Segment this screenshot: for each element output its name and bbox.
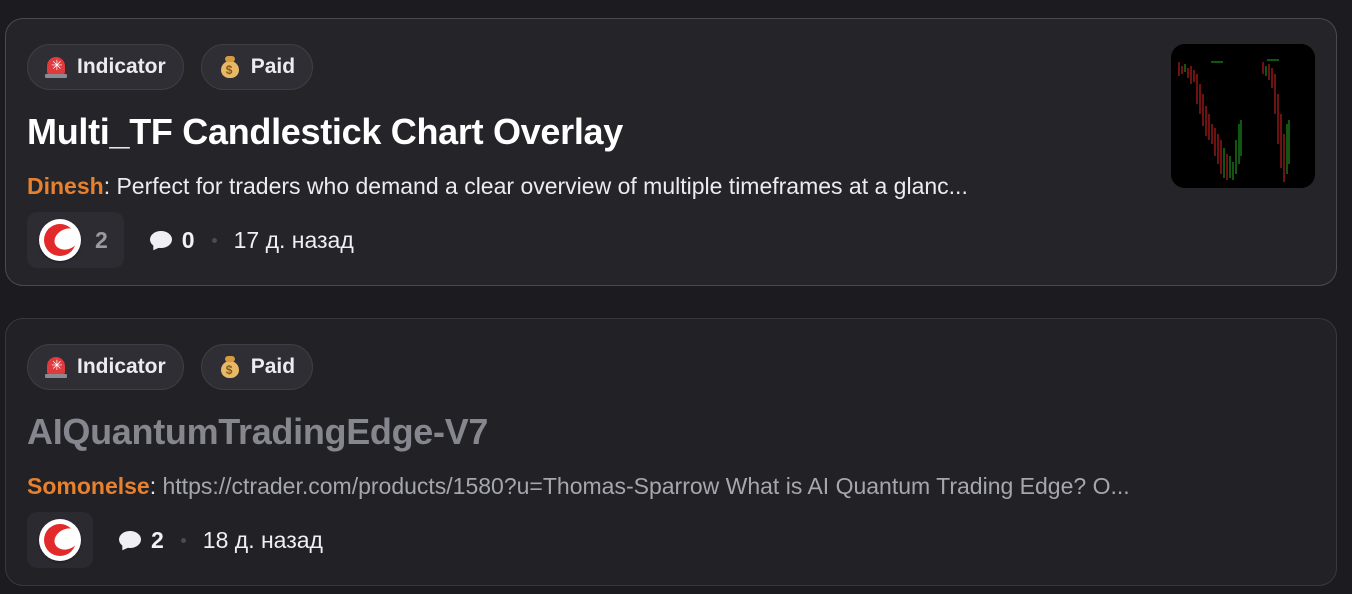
comments-link[interactable]: 0 <box>149 226 195 254</box>
likes-button[interactable]: 2 <box>27 212 124 268</box>
post-title[interactable]: AIQuantumTradingEdge-V7 <box>27 411 488 453</box>
separator-dot <box>180 537 186 543</box>
excerpt-text: https://ctrader.com/products/1580?u=Thom… <box>162 473 1130 499</box>
tag-label: Indicator <box>77 355 166 378</box>
comments-link[interactable]: 2 <box>119 527 164 554</box>
post-author[interactable]: Somonelse <box>27 473 150 499</box>
post-title[interactable]: Multi_TF Candlestick Chart Overlay <box>27 111 623 153</box>
ctrader-logo-icon <box>39 519 81 561</box>
tag-list: ✳ Indicator $ Paid <box>27 344 314 390</box>
tag-paid[interactable]: $ Paid <box>200 44 314 90</box>
author-separator: : <box>103 173 111 199</box>
likes-count: 2 <box>95 226 108 253</box>
post-excerpt[interactable]: Dinesh: Perfect for traders who demand a… <box>27 173 1147 200</box>
likes-button[interactable] <box>27 512 93 568</box>
comment-bubble-icon <box>149 230 172 250</box>
ctrader-logo-icon <box>39 219 81 261</box>
post-card[interactable]: ✳ Indicator $ Paid AIQuantumTradingEdge-… <box>5 318 1337 586</box>
moneybag-icon: $ <box>219 356 241 378</box>
post-meta: 2 18 д. назад <box>27 512 323 568</box>
tag-list: ✳ Indicator $ Paid <box>27 44 314 90</box>
comment-bubble-icon <box>119 530 141 550</box>
tag-label: Indicator <box>77 55 166 78</box>
post-excerpt[interactable]: Somonelse: https://ctrader.com/products/… <box>27 473 1317 500</box>
post-time: 18 д. назад <box>202 526 323 553</box>
separator-dot <box>211 237 217 243</box>
tag-indicator[interactable]: ✳ Indicator <box>27 344 184 390</box>
post-author[interactable]: Dinesh <box>27 173 104 199</box>
post-thumbnail[interactable] <box>1171 44 1315 188</box>
tag-indicator[interactable]: ✳ Indicator <box>27 44 184 90</box>
siren-icon: ✳ <box>45 56 67 78</box>
siren-icon: ✳ <box>45 356 67 378</box>
post-time: 17 д. назад <box>233 226 354 253</box>
comments-count: 0 <box>181 226 195 253</box>
post-meta: 2 0 17 д. назад <box>27 212 354 268</box>
tag-paid[interactable]: $ Paid <box>200 344 314 390</box>
candlestick-thumbnail-image <box>1171 44 1315 188</box>
post-card[interactable]: ✳ Indicator $ Paid Multi_TF Candlestick … <box>5 18 1337 286</box>
tag-label: Paid <box>250 355 296 378</box>
excerpt-text: Perfect for traders who demand a clear o… <box>116 173 968 199</box>
moneybag-icon: $ <box>219 56 241 78</box>
tag-label: Paid <box>250 55 296 78</box>
author-separator: : <box>149 473 157 499</box>
comments-count: 2 <box>151 526 164 553</box>
